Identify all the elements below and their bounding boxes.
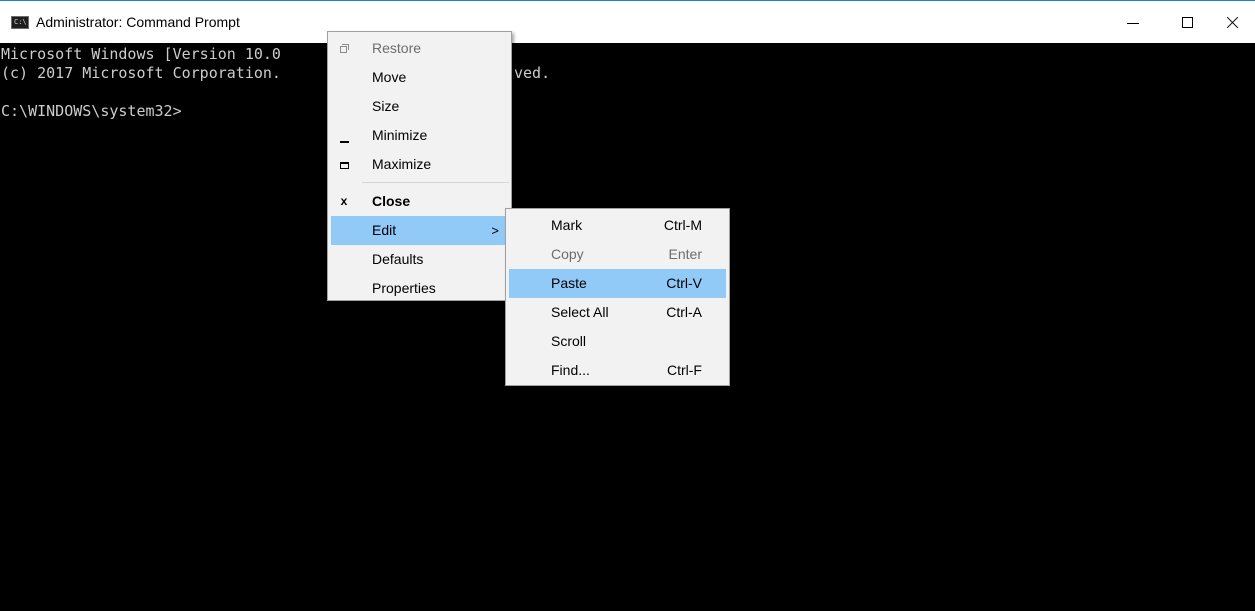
menu-item-label: Defaults [372,251,424,267]
command-prompt-window: C:\ Administrator: Command Prompt Micros… [0,0,1255,611]
window-title: Administrator: Command Prompt [36,14,240,30]
menu-item-label: Maximize [372,156,432,172]
menu-item-label: Properties [372,280,436,296]
console-line: (c) 2017 Microsoft Corporation. ved. [1,64,1255,83]
menu-item-move[interactable]: Move [328,63,511,92]
console-line-text: (c) 2017 Microsoft Corporation. [1,64,281,82]
restore-icon [337,34,351,64]
maximize-icon [1181,16,1193,28]
maximize-button[interactable] [1164,1,1210,43]
title-bar[interactable]: C:\ Administrator: Command Prompt [0,1,1255,43]
submenu-item-mark[interactable]: Mark Ctrl-M [506,211,729,240]
console-line: Microsoft Windows [Version 10.0 [1,45,281,63]
menu-item-label: Edit [372,222,397,238]
maximize-icon [337,150,351,180]
console-prompt: C:\WINDOWS\system32> [1,102,182,120]
menu-item-shortcut: Ctrl-V [666,275,702,291]
submenu-item-find[interactable]: Find... Ctrl-F [506,356,729,385]
submenu-item-copy[interactable]: Copy Enter [506,240,729,269]
menu-item-properties[interactable]: Properties [328,274,511,303]
menu-item-label: Select All [551,304,609,320]
menu-item-shortcut: Enter [668,246,702,262]
close-button[interactable] [1209,1,1255,43]
menu-item-label: Find... [551,362,590,378]
menu-item-label: Minimize [372,127,428,143]
cmd-icon-text: C:\ [14,18,27,26]
menu-item-restore[interactable]: Restore [328,34,511,63]
menu-item-label: Paste [551,275,587,291]
close-icon: x [340,194,348,208]
menu-item-label: Copy [551,246,584,262]
minimize-button[interactable] [1110,1,1156,43]
menu-item-shortcut: Ctrl-F [667,362,702,378]
menu-item-label: Move [372,69,407,85]
menu-item-label: Mark [551,217,583,233]
menu-item-defaults[interactable]: Defaults [328,245,511,274]
submenu-item-scroll[interactable]: Scroll [506,327,729,356]
menu-separator [362,182,509,183]
menu-item-label: Scroll [551,333,587,349]
cmd-icon[interactable]: C:\ [11,16,29,29]
console-hidden-fragment: ved. [514,64,551,82]
submenu-item-paste[interactable]: Paste Ctrl-V [509,269,726,298]
chevron-right-icon: > [491,223,499,238]
menu-item-shortcut: Ctrl-M [663,217,702,233]
menu-item-shortcut: Ctrl-A [666,304,702,320]
menu-item-edit[interactable]: Edit > [331,216,508,245]
menu-item-label: Size [372,98,400,114]
menu-item-close[interactable]: x Close [328,187,511,216]
submenu-item-select-all[interactable]: Select All Ctrl-A [506,298,729,327]
menu-item-maximize[interactable]: Maximize [328,150,511,179]
menu-item-minimize[interactable]: Minimize [328,121,511,150]
close-icon [1225,15,1239,29]
menu-item-size[interactable]: Size [328,92,511,121]
menu-item-label: Restore [372,40,422,56]
edit-submenu: Mark Ctrl-M Copy Enter Paste Ctrl-V Sele… [505,208,730,386]
menu-item-label: Close [372,193,411,209]
system-menu: Restore Move Size Minimize Maximize x Cl… [327,31,512,301]
minimize-icon [1127,22,1139,24]
